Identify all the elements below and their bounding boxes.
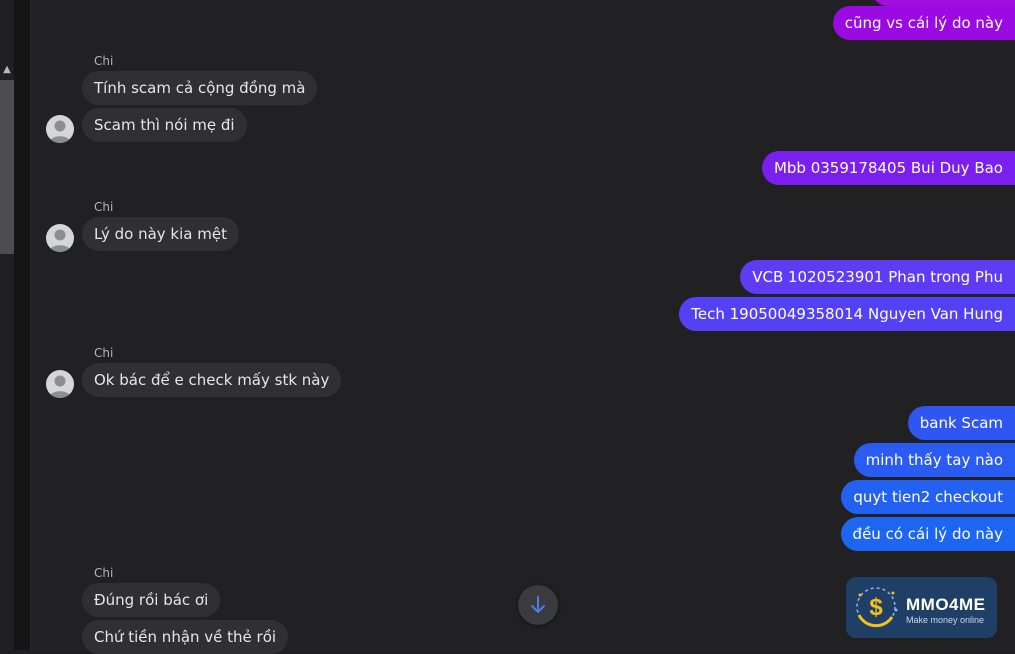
outgoing-message[interactable]: Tech 19050049358014 Nguyen Van Hung xyxy=(679,297,1015,331)
outgoing-message[interactable]: VCB 1020523901 Phan trong Phu xyxy=(740,260,1015,294)
incoming-message[interactable]: Scam thì nói mẹ đi xyxy=(82,108,247,142)
sender-name: Chi xyxy=(94,346,114,360)
incoming-message[interactable]: Lý do này kia mệt xyxy=(82,217,239,251)
avatar[interactable] xyxy=(46,224,74,252)
default-user-icon xyxy=(49,375,71,398)
outgoing-message[interactable]: quyt tien2 checkout xyxy=(841,480,1015,514)
incoming-message[interactable]: Tính scam cả cộng đồng mà xyxy=(82,71,318,105)
avatar[interactable] xyxy=(46,115,74,143)
outgoing-message[interactable]: Mbb 0359178405 Bui Duy Bao xyxy=(761,151,1015,185)
arrow-down-icon xyxy=(531,596,545,613)
dollar-globe-icon: $ xyxy=(856,587,898,628)
watermark-logo: $ MMO4ME Make money online xyxy=(846,577,997,638)
sender-name: Chi xyxy=(94,566,114,580)
incoming-message[interactable]: Chứ tiền nhận về thẻ rồi xyxy=(82,620,289,654)
panel-divider xyxy=(14,0,31,650)
sender-name: Chi xyxy=(94,200,114,214)
sender-name: Chi xyxy=(94,54,114,68)
outgoing-message[interactable]: đều có cái lý do này xyxy=(840,517,1015,551)
left-panel-strip: ▲ xyxy=(0,0,14,650)
outgoing-message[interactable]: bank Scam xyxy=(907,406,1015,440)
avatar[interactable] xyxy=(46,370,74,398)
incoming-message[interactable]: Ok bác để e check mấy stk này xyxy=(82,363,342,397)
scrollbar-thumb[interactable] xyxy=(0,80,14,254)
incoming-message[interactable]: Đúng rồi bác ơi xyxy=(82,583,221,617)
caret-up-icon[interactable]: ▲ xyxy=(0,61,14,79)
outgoing-message[interactable]: minh thấy tay nào xyxy=(853,443,1015,477)
outgoing-message[interactable]: cũng vs cái lý do này xyxy=(832,6,1015,40)
logo-title: MMO4ME xyxy=(906,595,986,614)
scroll-to-bottom-button[interactable] xyxy=(518,585,558,625)
default-user-icon xyxy=(49,229,71,252)
default-user-icon xyxy=(49,120,71,143)
svg-text:$: $ xyxy=(869,594,883,621)
logo-subtitle: Make money online xyxy=(906,615,985,625)
scrollbar[interactable]: ▲ xyxy=(0,30,14,650)
